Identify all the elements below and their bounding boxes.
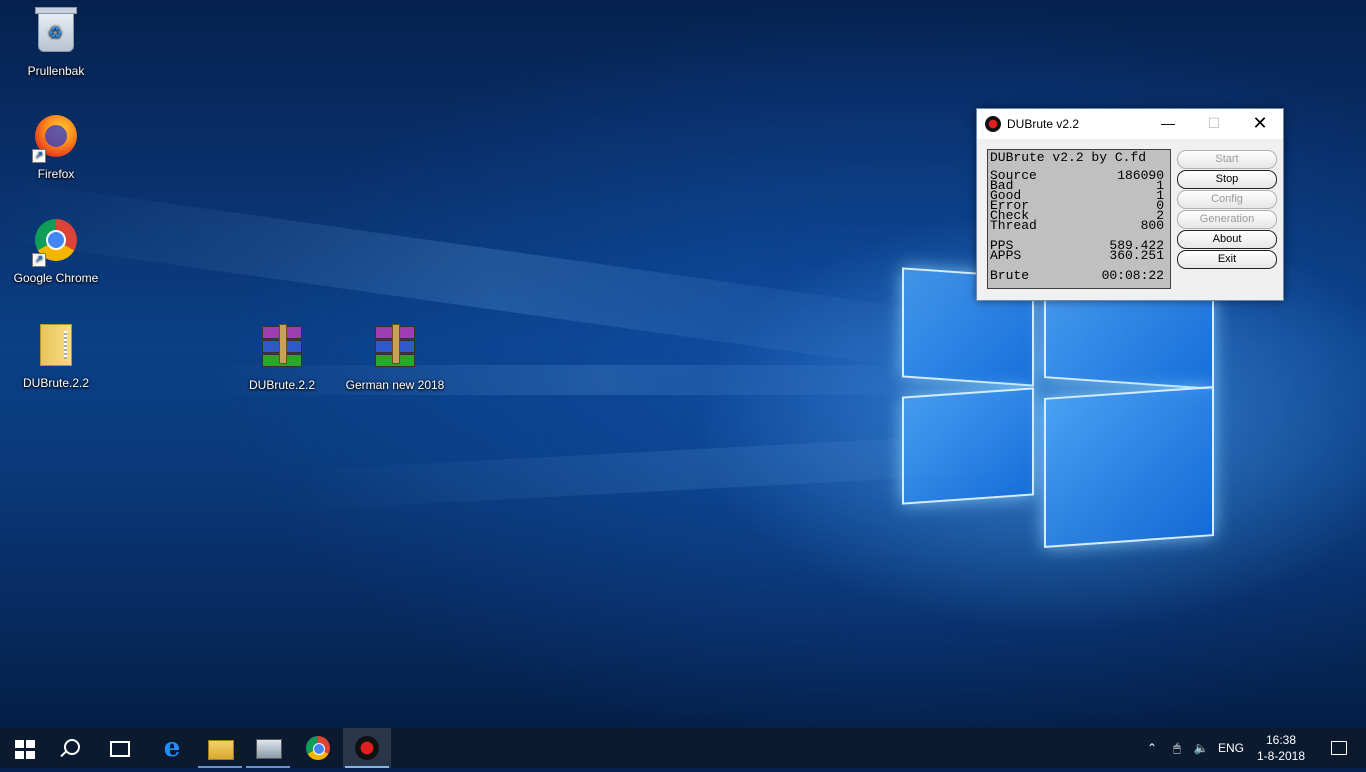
volume-tray-button[interactable]: 🔈 bbox=[1190, 728, 1212, 768]
stat-label: Brute bbox=[990, 268, 1030, 283]
minimize-button[interactable]: — bbox=[1145, 109, 1191, 139]
winrar-archive-icon bbox=[258, 324, 306, 374]
volume-muted-icon: 🔈 bbox=[1193, 741, 1209, 755]
action-center-button[interactable] bbox=[1318, 728, 1358, 768]
desktop-icon-dubrute-folder[interactable]: DUBrute.2.2 bbox=[8, 320, 104, 390]
stat-row-apps: APPS 360.251 bbox=[990, 248, 1164, 263]
desktop-icon-label: DUBrute.2.2 bbox=[22, 376, 90, 390]
stats-header: DUBrute v2.2 by C.fd bbox=[990, 150, 1147, 165]
clock-time: 16:38 bbox=[1265, 733, 1297, 747]
dubrute-app-icon bbox=[355, 736, 379, 760]
window-title: DUBrute v2.2 bbox=[1007, 117, 1080, 131]
desktop-icon-label: Google Chrome bbox=[13, 271, 99, 285]
internet-explorer-icon: e bbox=[163, 733, 181, 763]
stop-button[interactable]: Stop bbox=[1177, 170, 1277, 189]
stat-label: APPS bbox=[990, 248, 1022, 263]
chrome-icon: ↗ bbox=[32, 219, 80, 267]
dubrute-app-icon bbox=[985, 116, 1001, 132]
close-icon: ✕ bbox=[1252, 113, 1268, 133]
recycle-bin-icon: ♻ bbox=[32, 7, 80, 60]
network-icon: 🖱 bbox=[1173, 741, 1181, 755]
stat-row-thread: Thread 800 bbox=[990, 218, 1164, 233]
taskbar-file-explorer[interactable] bbox=[196, 728, 244, 768]
clock[interactable]: 16:38 1-8-2018 bbox=[1250, 728, 1312, 772]
wallpaper-light-beam bbox=[0, 180, 995, 379]
close-button[interactable]: ✕ bbox=[1237, 109, 1283, 139]
firefox-icon: ↗ bbox=[32, 115, 80, 163]
windows-logo-pane bbox=[902, 387, 1034, 505]
desktop-icon-google-chrome[interactable]: ↗ Google Chrome bbox=[8, 216, 104, 285]
language-indicator[interactable]: ENG bbox=[1214, 728, 1248, 768]
task-view-icon bbox=[110, 741, 130, 757]
chrome-icon bbox=[306, 736, 330, 760]
config-button: Config bbox=[1177, 190, 1277, 209]
desktop-icon-dubrute-archive[interactable]: DUBrute.2.2 bbox=[234, 320, 330, 392]
taskbar-task-manager[interactable] bbox=[244, 728, 292, 768]
stat-row-brute: Brute 00:08:22 bbox=[990, 268, 1164, 283]
clock-date: 1-8-2018 bbox=[1256, 749, 1306, 763]
start-button: Start bbox=[1177, 150, 1277, 169]
windows-start-icon bbox=[15, 740, 35, 760]
start-button-taskbar[interactable] bbox=[0, 728, 48, 768]
exit-button[interactable]: Exit bbox=[1177, 250, 1277, 269]
task-manager-icon bbox=[256, 739, 282, 759]
generation-button: Generation bbox=[1177, 210, 1277, 229]
notification-icon bbox=[1331, 741, 1347, 755]
maximize-button: ☐ bbox=[1191, 109, 1237, 139]
taskbar-dubrute[interactable] bbox=[343, 728, 391, 768]
taskbar-google-chrome[interactable] bbox=[294, 728, 342, 768]
desktop-icon-firefox[interactable]: ↗ Firefox bbox=[8, 112, 104, 181]
minimize-icon: — bbox=[1161, 115, 1175, 131]
window-titlebar[interactable]: DUBrute v2.2 — ☐ ✕ bbox=[977, 109, 1283, 139]
show-hidden-icons-button[interactable]: ⌃ bbox=[1142, 728, 1162, 768]
stat-label: Thread bbox=[990, 218, 1037, 233]
search-icon bbox=[64, 739, 80, 755]
stats-panel: DUBrute v2.2 by C.fd Source 186090 Bad 1 G… bbox=[987, 149, 1171, 289]
dubrute-window: DUBrute v2.2 — ☐ ✕ DUBrute v2.2 by C.fd … bbox=[976, 108, 1284, 301]
desktop-icon-recycle-bin[interactable]: ♻ Prullenbak bbox=[8, 7, 104, 78]
taskbar-internet-explorer[interactable]: e bbox=[148, 728, 196, 768]
taskbar: e ⌃ 🖱 🔈 ENG 16:38 1-8-2018 bbox=[0, 728, 1366, 768]
desktop-icon-label: Firefox bbox=[37, 167, 75, 181]
folder-icon bbox=[32, 324, 80, 372]
search-button[interactable] bbox=[48, 728, 96, 768]
task-view-button[interactable] bbox=[96, 728, 144, 768]
stat-value: 800 bbox=[1140, 218, 1164, 233]
winrar-archive-icon bbox=[371, 324, 419, 374]
desktop-icon-german-new-2018[interactable]: German new 2018 bbox=[340, 320, 450, 392]
stat-value: 360.251 bbox=[1109, 248, 1164, 263]
shortcut-arrow-icon: ↗ bbox=[32, 149, 46, 163]
stat-row-source: Source 186090 bbox=[990, 169, 1164, 182]
desktop-icon-label: German new 2018 bbox=[345, 378, 445, 392]
desktop-icon-label: Prullenbak bbox=[27, 64, 85, 78]
about-button[interactable]: About bbox=[1177, 230, 1277, 249]
stat-value: 00:08:22 bbox=[1101, 268, 1164, 283]
chevron-up-icon: ⌃ bbox=[1146, 741, 1158, 755]
network-tray-button[interactable]: 🖱 bbox=[1166, 728, 1188, 768]
shortcut-arrow-icon: ↗ bbox=[32, 253, 46, 267]
windows-logo-pane bbox=[1044, 386, 1214, 548]
file-explorer-icon bbox=[208, 740, 234, 760]
desktop-icon-label: DUBrute.2.2 bbox=[248, 378, 316, 392]
maximize-icon: ☐ bbox=[1207, 115, 1221, 131]
